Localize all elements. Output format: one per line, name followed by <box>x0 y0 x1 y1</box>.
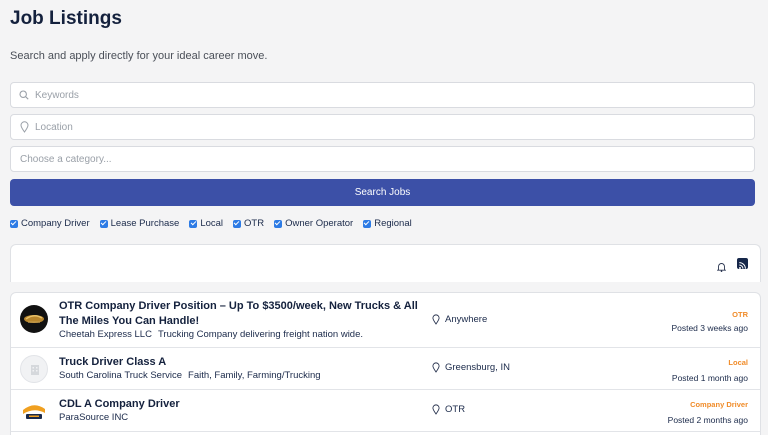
location-pin-icon <box>432 314 440 325</box>
job-title[interactable]: Truck Driver Class A <box>59 355 166 370</box>
job-location: Greensburg, IN <box>432 362 510 373</box>
job-meta: South Carolina Truck Service Faith, Famil… <box>59 370 321 381</box>
job-listing-row[interactable]: Truck Driver Class A South Carolina Truc… <box>11 348 760 390</box>
job-list: OTR Company Driver Position – Up To $350… <box>10 292 761 435</box>
bell-icon[interactable] <box>716 259 727 277</box>
filter-otr[interactable]: OTR <box>233 218 264 229</box>
job-meta: Cheetah Express LLC Trucking Company deli… <box>59 329 363 340</box>
rss-icon[interactable] <box>737 258 748 269</box>
filter-local[interactable]: Local <box>189 218 223 229</box>
job-meta: ParaSource INC <box>59 412 128 423</box>
category-placeholder: Choose a category... <box>20 153 112 165</box>
results-toolbar <box>10 244 761 282</box>
posted-date: Posted 1 month ago <box>671 373 748 383</box>
search-icon <box>18 89 30 101</box>
keywords-input[interactable]: Keywords <box>10 82 755 108</box>
job-type-badge: Local <box>728 358 748 367</box>
filter-owner-operator[interactable]: Owner Operator <box>274 218 353 229</box>
checkbox-icon[interactable] <box>363 219 372 228</box>
checkbox-icon[interactable] <box>233 219 242 228</box>
location-pin-icon <box>432 362 440 373</box>
filter-regional[interactable]: Regional <box>363 218 412 229</box>
filter-company-driver[interactable]: Company Driver <box>10 218 90 229</box>
search-jobs-button[interactable]: Search Jobs <box>10 179 755 206</box>
checkbox-icon[interactable] <box>10 219 18 228</box>
job-location: OTR <box>432 404 465 415</box>
location-pin-icon <box>18 121 30 133</box>
checkbox-icon[interactable] <box>274 219 283 228</box>
job-title[interactable]: OTR Company Driver Position – Up To $350… <box>59 299 429 329</box>
filter-lease-purchase[interactable]: Lease Purchase <box>99 218 179 229</box>
posted-date: Posted 3 weeks ago <box>671 323 748 333</box>
location-placeholder: Location <box>35 121 73 133</box>
checkbox-icon[interactable] <box>99 219 108 228</box>
job-type-badge: OTR <box>732 310 748 319</box>
job-listing-row[interactable]: CDL A Company Driver ParaSource INC OTR … <box>11 390 760 432</box>
checkbox-icon[interactable] <box>189 219 198 228</box>
company-name: ParaSource INC <box>59 412 129 423</box>
job-listing-row[interactable]: OTR Company Driver Position – Up To $350… <box>11 293 760 348</box>
parasource-logo <box>20 397 48 425</box>
job-type-badge: Company Driver <box>690 400 748 409</box>
company-description: Trucking Company delivering freight nati… <box>157 329 364 340</box>
cheetah-express-logo <box>20 305 48 333</box>
job-location: Anywhere <box>432 314 487 325</box>
location-input[interactable]: Location <box>10 114 755 140</box>
keywords-placeholder: Keywords <box>35 89 79 101</box>
job-type-filters: Company Driver Lease Purchase Local OTR … <box>10 218 422 229</box>
page-title: Job Listings <box>10 8 122 29</box>
company-description: Faith, Family, Farming/Trucking <box>188 370 321 381</box>
company-name: Cheetah Express LLC <box>59 329 152 340</box>
page-subtitle: Search and apply directly for your ideal… <box>10 50 268 62</box>
job-title[interactable]: CDL A Company Driver <box>59 397 180 412</box>
posted-date: Posted 2 months ago <box>667 415 748 425</box>
location-pin-icon <box>432 404 440 415</box>
category-select[interactable]: Choose a category... <box>10 146 755 172</box>
company-placeholder-icon <box>20 355 48 383</box>
company-name: South Carolina Truck Service <box>59 370 183 381</box>
